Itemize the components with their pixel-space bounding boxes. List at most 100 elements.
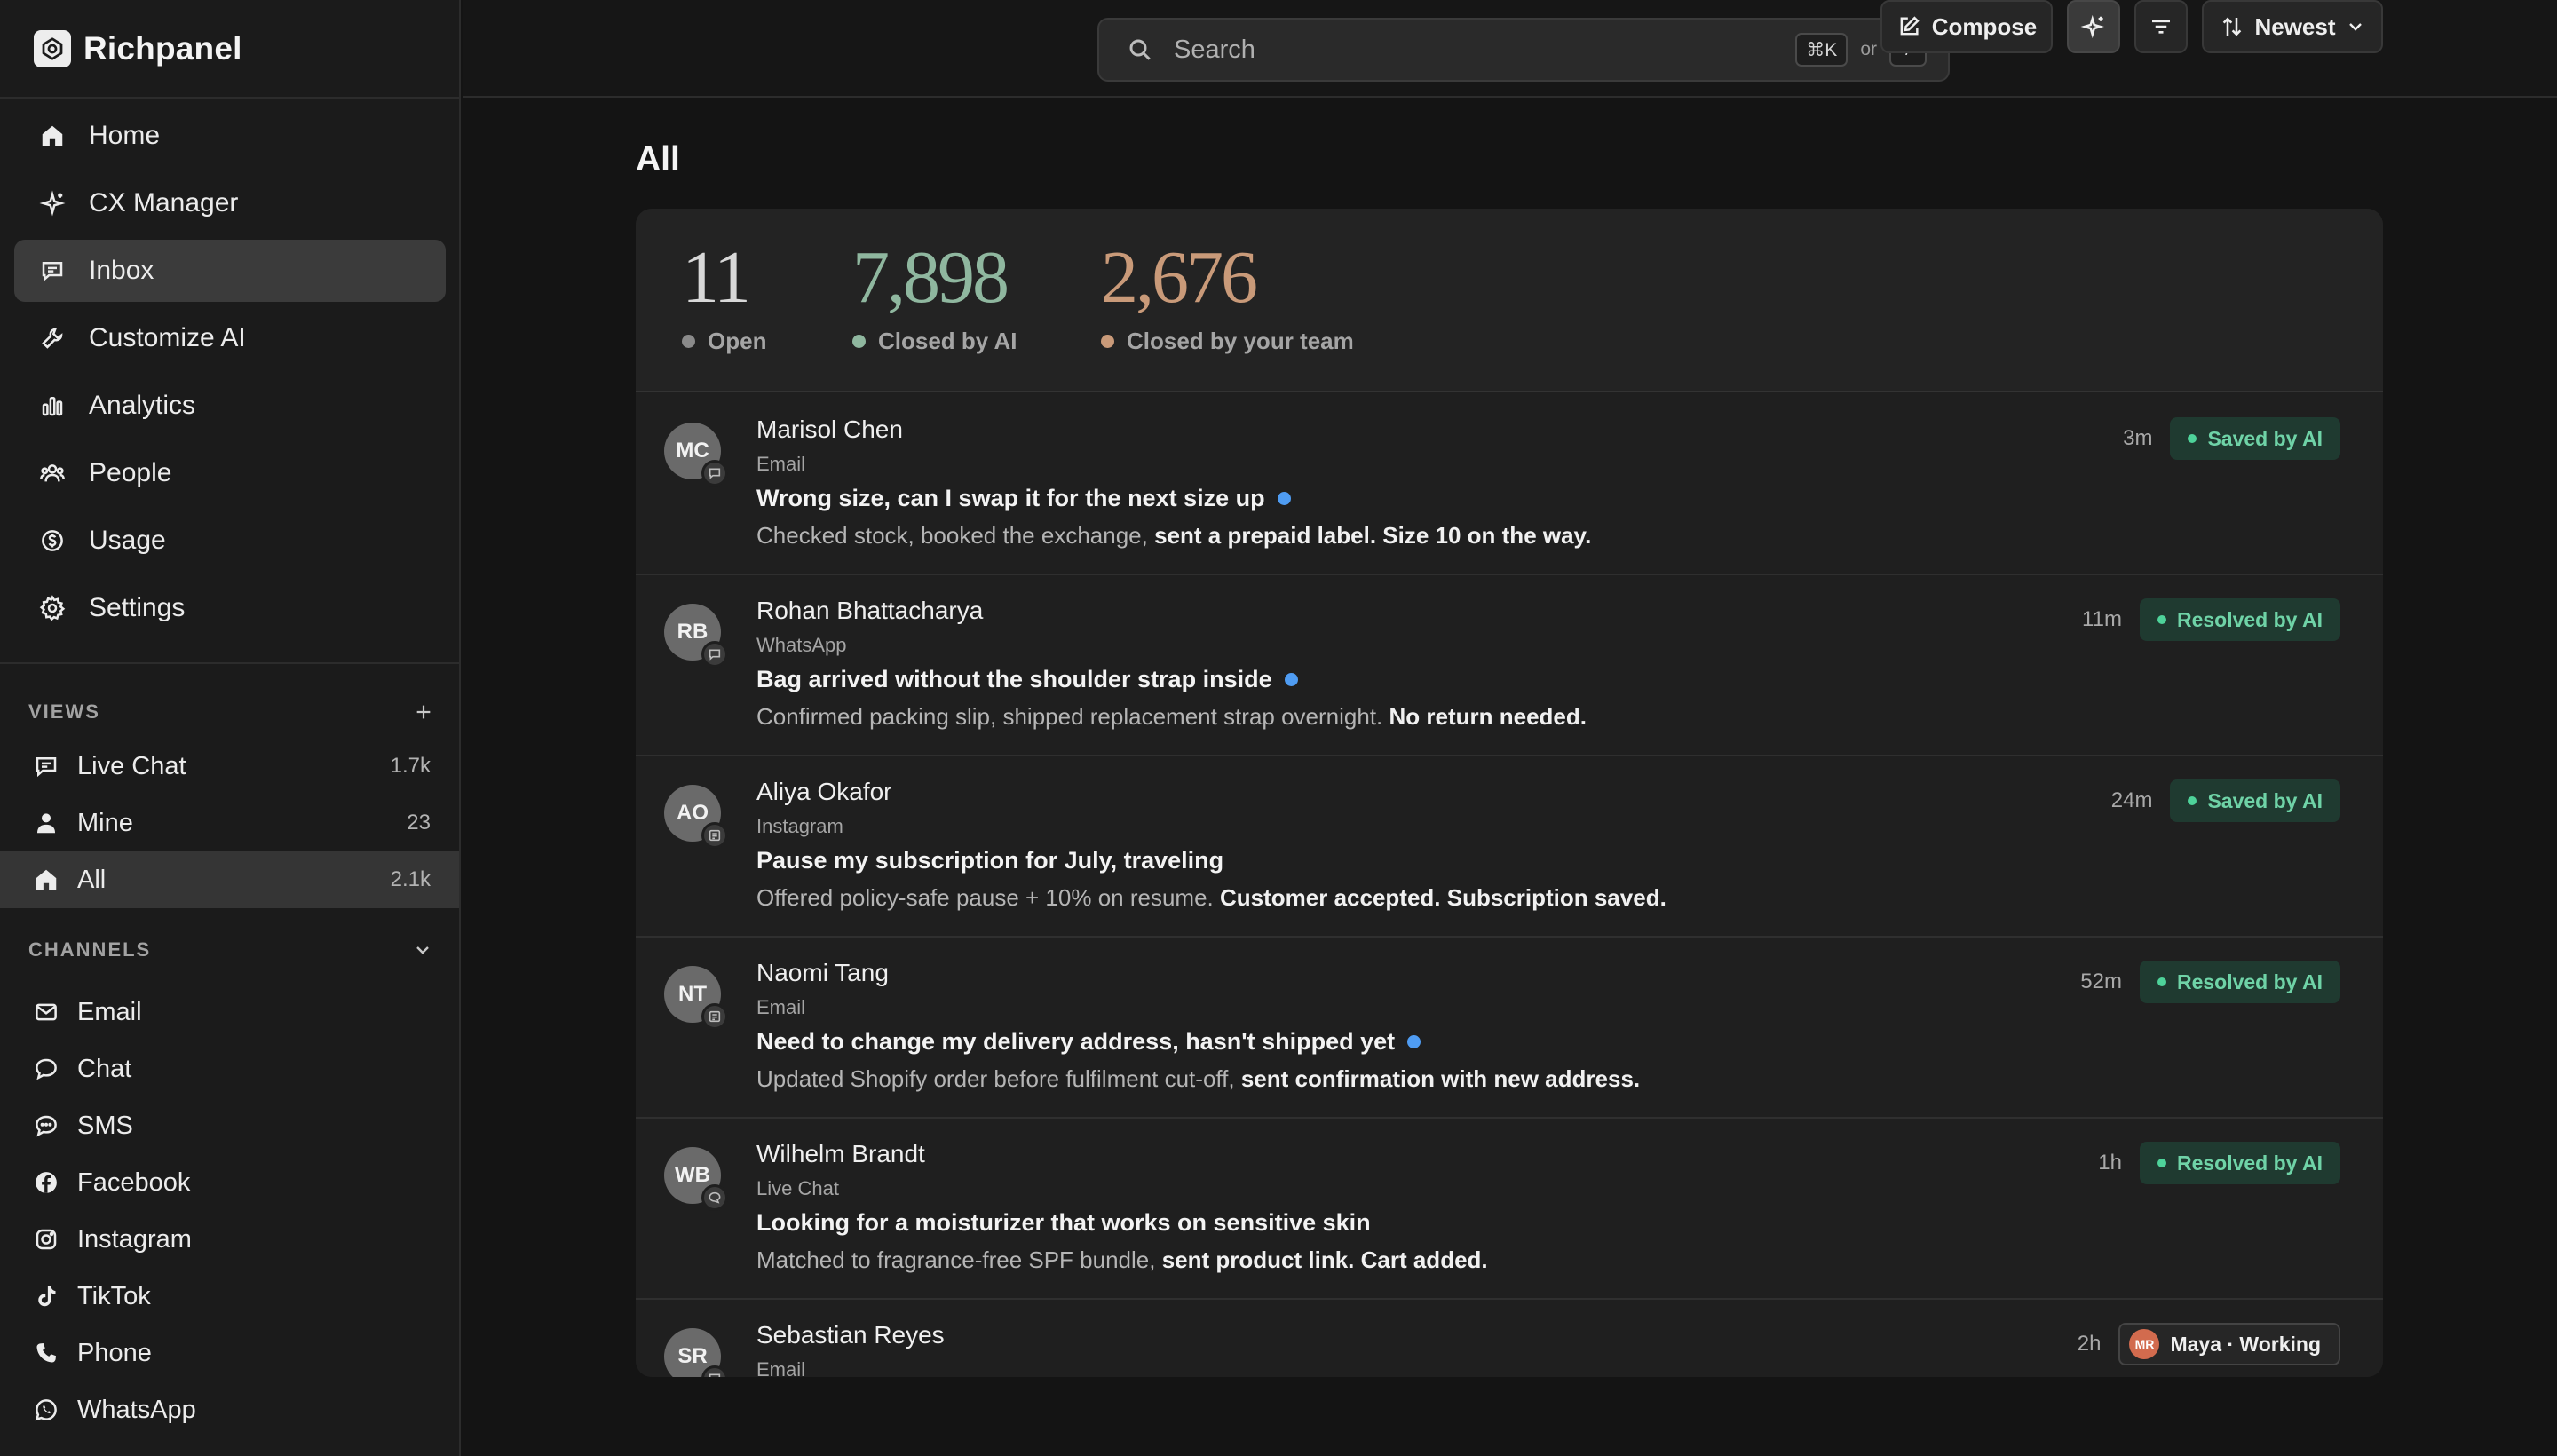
conversation-subject: Pause my subscription for July, travelin… — [756, 847, 1223, 874]
conversation-meta: 1h Resolved by AI — [2098, 1142, 2340, 1184]
nav-item-label: CX Manager — [89, 188, 239, 218]
view-item-live-chat[interactable]: Live Chat 1.7k — [0, 738, 459, 795]
customer-name: Sebastian Reyes — [756, 1321, 945, 1349]
view-item-label: Live Chat — [77, 751, 186, 780]
compose-icon — [1896, 14, 1921, 39]
channel-item-sms[interactable]: SMS — [0, 1097, 459, 1154]
conversation-meta: 52m Resolved by AI — [2080, 961, 2340, 1003]
nav-item-analytics[interactable]: Analytics — [14, 375, 446, 437]
customer-name: Naomi Tang — [756, 959, 889, 986]
stat-label-row: Closed by AI — [852, 328, 1017, 355]
nav-item-label: People — [89, 458, 172, 487]
ai-assist-button[interactable] — [2067, 0, 2120, 53]
brand[interactable]: Richpanel — [34, 30, 242, 67]
view-item-label: Mine — [77, 808, 133, 837]
summary-outcome: sent a prepaid label. Size 10 on the way… — [1154, 522, 1592, 549]
nav-item-usage[interactable]: Usage — [14, 510, 446, 572]
status-label: Resolved by AI — [2176, 607, 2323, 631]
stat-open[interactable]: 11 Open — [682, 235, 766, 355]
channel-item-chat[interactable]: Chat — [0, 1041, 459, 1097]
channels-heading[interactable]: CHANNELS — [28, 932, 433, 968]
ai-summary: Checked stock, booked the exchange, sent… — [756, 522, 1591, 550]
home-icon — [32, 866, 60, 894]
subject-text: Bag arrived without the shoulder strap i… — [756, 666, 1272, 692]
status-dot-icon — [2188, 434, 2197, 443]
home-icon — [37, 121, 67, 151]
nav-item-settings[interactable]: Settings — [14, 577, 446, 639]
nav-item-people[interactable]: People — [14, 442, 446, 504]
channel-item-instagram[interactable]: Instagram — [0, 1211, 459, 1268]
timestamp: 11m — [2082, 607, 2122, 631]
channel-item-phone[interactable]: Phone — [0, 1325, 459, 1381]
channel-item-tiktok[interactable]: TikTok — [0, 1268, 459, 1325]
status-dot-icon — [2188, 796, 2197, 805]
chevron-down-icon[interactable] — [412, 939, 433, 961]
facebook-icon — [32, 1168, 60, 1197]
wrench-icon — [37, 323, 67, 353]
stat-closed-by-ai[interactable]: 7,898 Closed by AI — [852, 235, 1017, 355]
ai-summary: Matched to fragrance-free SPF bundle, se… — [756, 1246, 1488, 1274]
customer-name: Aliya Okafor — [756, 778, 892, 805]
conversation-subject: Wrong size, can I swap it for the next s… — [756, 485, 1291, 512]
view-item-count: 2.1k — [390, 867, 431, 891]
search-shortcut-key: ⌘K — [1795, 33, 1848, 67]
view-item-mine[interactable]: Mine 23 — [0, 795, 459, 851]
customer-name: Marisol Chen — [756, 415, 903, 443]
conversation-row[interactable]: AO Aliya Okafor Instagram Pause my subsc… — [636, 756, 2383, 938]
conversation-row[interactable]: MC Marisol Chen Email Wrong size, can I … — [636, 394, 2383, 575]
channel-item-facebook[interactable]: Facebook — [0, 1154, 459, 1211]
timestamp: 2h — [2077, 1332, 2102, 1356]
divider — [0, 97, 459, 99]
timestamp: 1h — [2098, 1151, 2122, 1175]
status-dot-icon — [2157, 977, 2166, 986]
channel-item-label: TikTok — [77, 1281, 151, 1310]
nav-item-customize-ai[interactable]: Customize AI — [14, 307, 446, 369]
channel-item-whatsapp[interactable]: WhatsApp — [0, 1381, 459, 1438]
status-dot-icon — [1101, 335, 1114, 348]
status-badge: Resolved by AI — [2139, 598, 2340, 641]
gear-icon — [37, 593, 67, 623]
channel-label: Email — [756, 453, 806, 475]
people-icon — [37, 458, 67, 488]
sms-icon — [32, 1112, 60, 1140]
sparkle-icon — [37, 188, 67, 218]
search-input[interactable]: Search ⌘K or / — [1097, 18, 1950, 82]
nav-item-home[interactable]: Home — [14, 105, 446, 167]
sort-label: Newest — [2254, 12, 2336, 40]
conversation-row[interactable]: RB Rohan Bhattacharya WhatsApp Bag arriv… — [636, 575, 2383, 756]
summary-outcome: sent product link. Cart added. — [1161, 1246, 1488, 1273]
stat-closed-by-team[interactable]: 2,676 Closed by your team — [1101, 235, 1354, 355]
subject-text: Looking for a moisturizer that works on … — [756, 1209, 1371, 1236]
channel-label: Live Chat — [756, 1177, 839, 1199]
channel-item-label: Facebook — [77, 1167, 191, 1197]
status-label: Resolved by AI — [2176, 969, 2323, 993]
sort-dropdown[interactable]: Newest — [2202, 0, 2383, 53]
subject-text: Wrong size, can I swap it for the next s… — [756, 485, 1265, 511]
channel-item-email[interactable]: Email — [0, 984, 459, 1041]
compose-button[interactable]: Compose — [1880, 0, 2053, 53]
status-badge: Saved by AI — [2170, 779, 2340, 822]
mail-icon — [32, 998, 60, 1026]
conversation-row[interactable]: WB Wilhelm Brandt Live Chat Looking for … — [636, 1119, 2383, 1300]
view-item-all[interactable]: All 2.1k — [0, 851, 459, 908]
conversation-row[interactable]: NT Naomi Tang Email Need to change my de… — [636, 938, 2383, 1119]
chat-bubble-icon — [32, 752, 60, 780]
dollar-circle-icon — [37, 526, 67, 556]
brand-logo-icon — [34, 30, 71, 67]
filter-button[interactable] — [2134, 0, 2188, 53]
unread-indicator — [1407, 1035, 1421, 1048]
nav-item-cx-manager[interactable]: CX Manager — [14, 172, 446, 234]
channel-item-label: WhatsApp — [77, 1395, 196, 1424]
timestamp: 52m — [2080, 969, 2122, 993]
nav-item-label: Inbox — [89, 256, 154, 285]
nav-item-inbox[interactable]: Inbox — [14, 240, 446, 302]
status-dot-icon — [2157, 615, 2166, 624]
channel-label: Email — [756, 996, 806, 1018]
conversation-row[interactable]: SR Sebastian Reyes Email 2h MR Maya · Wo… — [636, 1300, 2383, 1377]
add-view-icon[interactable] — [414, 702, 433, 722]
assignee-badge[interactable]: MR Maya · Working — [2118, 1323, 2340, 1365]
channel-item-label: Phone — [77, 1338, 152, 1367]
channels-list: Email Chat SMS Facebook Instagram TikTok… — [0, 984, 459, 1438]
customer-name: Wilhelm Brandt — [756, 1140, 925, 1167]
status-dot-icon — [2157, 1159, 2166, 1167]
